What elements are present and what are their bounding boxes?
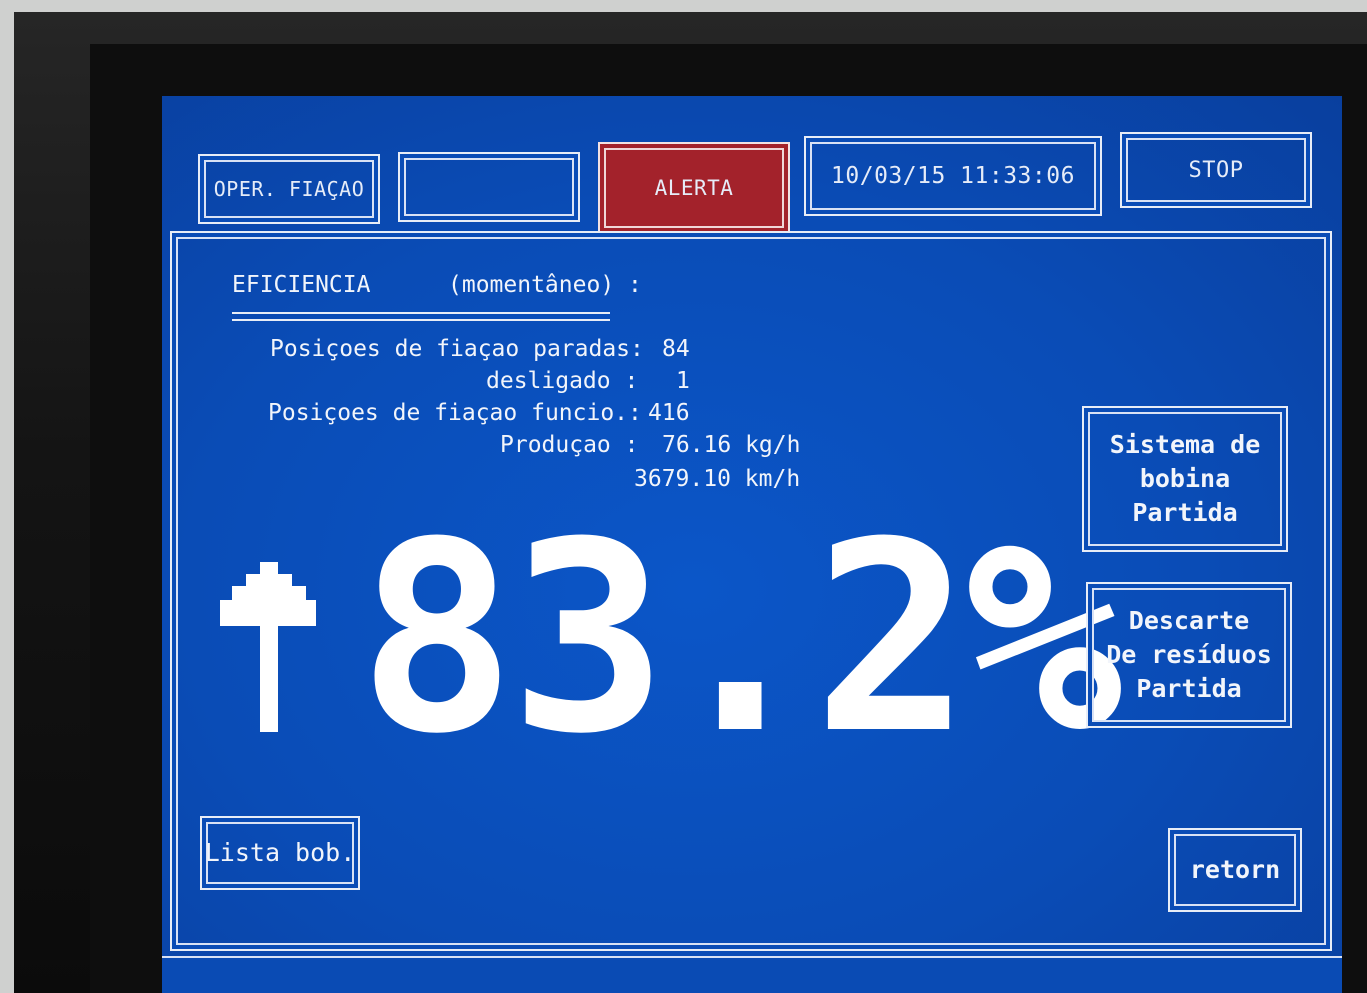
- stopped-positions-label: Posiçoes de fiaçao paradas:: [270, 336, 644, 362]
- bottom-status-band: [162, 956, 1342, 993]
- alert-button[interactable]: ALERTA: [598, 142, 790, 234]
- blank-button[interactable]: [398, 152, 580, 222]
- bobbin-system-start-button[interactable]: Sistema de bobina Partida: [1082, 406, 1288, 552]
- hmi-screen: OPER. FIAÇAO ALERTA 10/03/15 11:33:06 ST…: [162, 96, 1342, 993]
- panel-title-note: (momentâneo) :: [448, 272, 642, 298]
- stop-button[interactable]: STOP: [1120, 132, 1312, 208]
- return-button[interactable]: retorn: [1168, 828, 1302, 912]
- off-positions-value: 1: [676, 368, 690, 394]
- panel-title: EFICIENCIA: [232, 272, 371, 298]
- bobbin-list-button[interactable]: Lista bob.: [200, 816, 360, 890]
- datetime-display: 10/03/15 11:33:06: [804, 136, 1102, 216]
- waste-discard-start-button[interactable]: Descarte De resíduos Partida: [1086, 582, 1292, 728]
- title-underline: [232, 312, 610, 321]
- production-kg-value: 76.16 kg/h: [662, 432, 801, 458]
- mode-button[interactable]: OPER. FIAÇAO: [198, 154, 380, 224]
- off-positions-label: desligado :: [486, 368, 639, 394]
- efficiency-value: 83.2%: [358, 486, 1123, 791]
- running-positions-value: 416: [648, 400, 690, 426]
- running-positions-label: Posiçoes de fiaçao funcio.:: [268, 400, 642, 426]
- stopped-positions-value: 84: [662, 336, 690, 362]
- up-arrow-icon: [220, 562, 316, 732]
- production-label: Produçao :: [500, 432, 639, 458]
